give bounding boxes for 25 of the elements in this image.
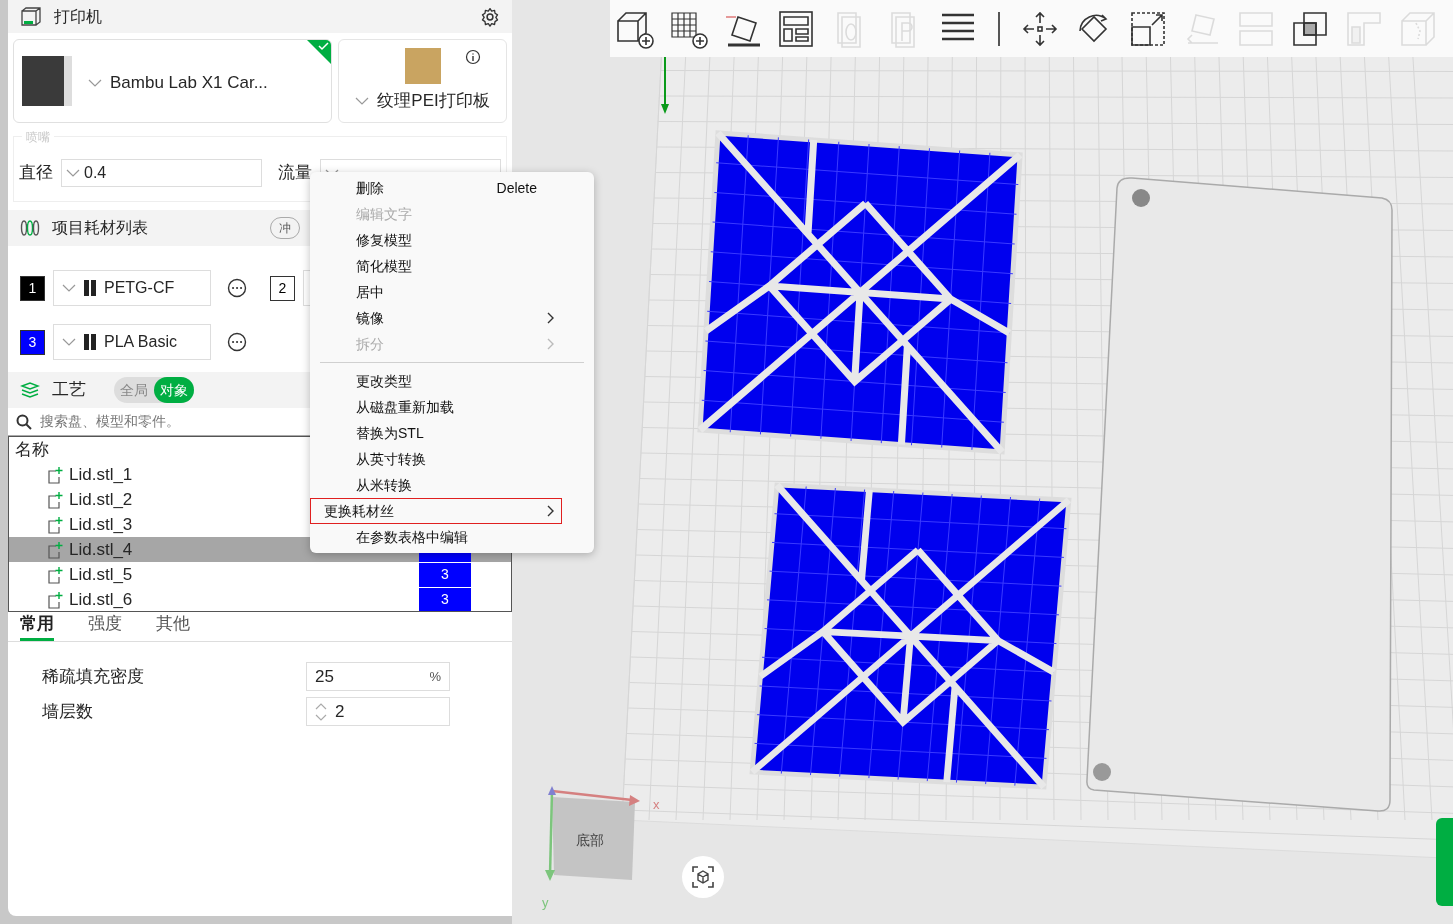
object-name: Lid.stl_3 [69, 513, 133, 536]
unit-label: % [429, 667, 441, 686]
setting-label: 墙层数 [42, 700, 94, 723]
field-label: 流量 [278, 162, 312, 185]
filament-index: 3 [20, 329, 45, 355]
section-title: 项目耗材列表 [52, 218, 148, 238]
object-name: Lid.stl_2 [69, 488, 133, 511]
field-label: 直径 [19, 162, 53, 185]
object-name: Lid.stl_6 [69, 588, 133, 611]
setting-label: 稀疏填充密度 [42, 665, 145, 688]
printer-model: Bambu Lab X1 Car... [110, 72, 268, 95]
axis-label: x [653, 796, 660, 814]
filament-index: 1 [20, 275, 45, 301]
section-title: 打印机 [54, 6, 102, 27]
filament-cell: 3 [419, 587, 471, 611]
view-label: 底部 [576, 831, 604, 850]
object-name: Lid.stl_5 [69, 563, 133, 586]
column-header: 名称 [14, 439, 50, 461]
filament-index: 2 [270, 275, 295, 301]
object-name: Lid.stl_1 [69, 463, 133, 486]
filament-cell: 3 [419, 562, 471, 587]
section-title: 工艺 [52, 379, 86, 402]
object-name: Lid.stl_4 [69, 538, 133, 561]
axis-label: y [542, 894, 549, 912]
plate-type: 纹理PEI打印板 [377, 90, 490, 113]
